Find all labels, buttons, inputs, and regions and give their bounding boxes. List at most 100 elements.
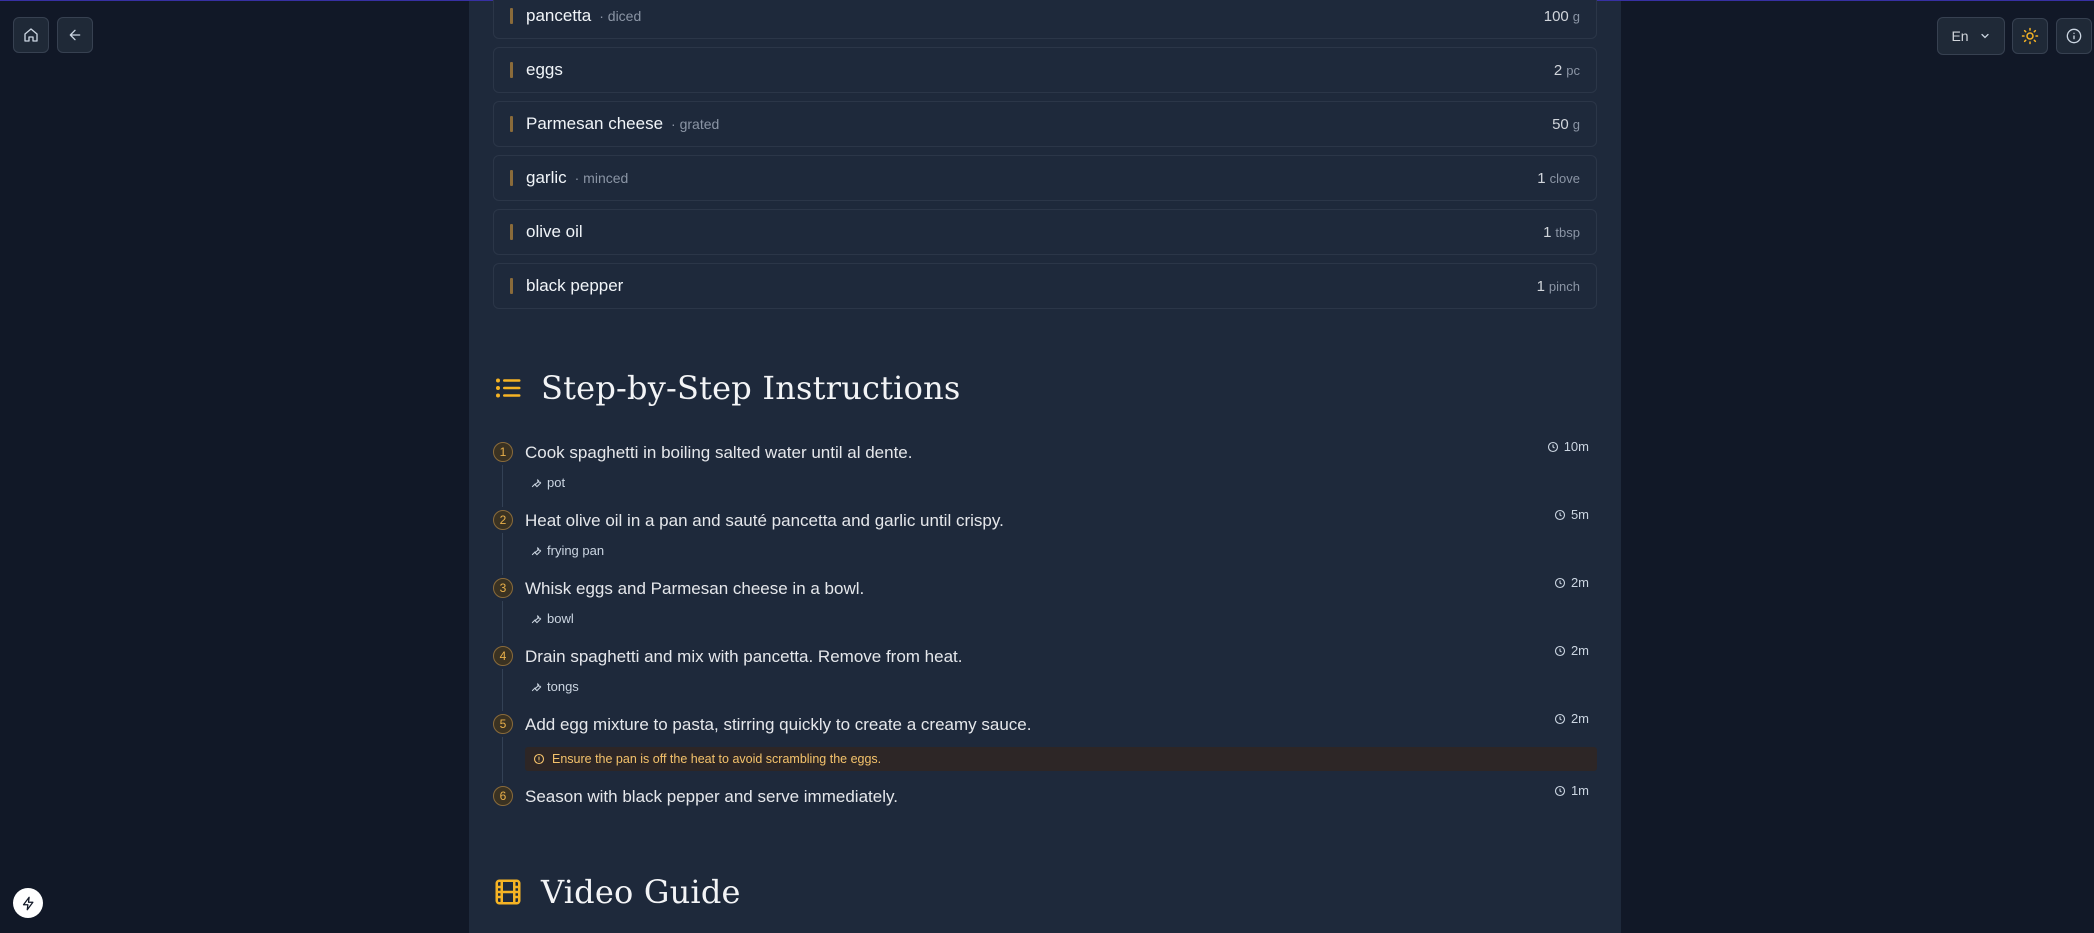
step-number: 6 xyxy=(493,786,513,806)
list-icon xyxy=(496,378,521,398)
step-item: 1 Cook spaghetti in boiling salted water… xyxy=(493,435,1597,507)
tool-name: bowl xyxy=(547,610,574,626)
step-warning: Ensure the pan is off the heat to avoid … xyxy=(525,747,1597,771)
ingredient-row: olive oil 1 tbsp xyxy=(493,209,1597,255)
ingredient-amount: 2 xyxy=(1553,61,1563,79)
clock-icon xyxy=(1554,577,1565,588)
ingredient-name: black pepper xyxy=(526,276,624,295)
ingredient-quantity: 50 g xyxy=(1552,116,1580,133)
step-item: 2 Heat olive oil in a pan and sauté panc… xyxy=(493,503,1597,575)
wrench-icon xyxy=(531,682,542,691)
step-number: 5 xyxy=(493,714,513,734)
instructions-header: Step-by-Step Instructions xyxy=(493,369,961,407)
ingredient-name: eggs xyxy=(526,60,563,79)
tool-name: tongs xyxy=(547,678,579,694)
sun-icon xyxy=(2021,27,2039,45)
language-select[interactable]: En xyxy=(1937,17,2005,55)
step-time: 2m xyxy=(1554,643,1589,658)
video-header: Video Guide xyxy=(493,873,741,911)
step-list: 1 Cook spaghetti in boiling salted water… xyxy=(493,435,1597,825)
step-number: 3 xyxy=(493,578,513,598)
step-number: 2 xyxy=(493,510,513,530)
step-time: 5m xyxy=(1554,507,1589,522)
home-button[interactable] xyxy=(13,17,49,53)
step-tool: pot xyxy=(525,471,1597,493)
step-connector xyxy=(502,533,503,575)
ingredient-quantity: 1 clove xyxy=(1537,170,1580,187)
ingredient-amount: 1 xyxy=(1543,223,1552,241)
ingredient-marker xyxy=(510,62,513,78)
step-text: Season with black pepper and serve immed… xyxy=(525,787,898,806)
ingredient-quantity: 2 pc xyxy=(1554,62,1580,79)
warning-text: Ensure the pan is off the heat to avoid … xyxy=(552,752,882,766)
step-tool: frying pan xyxy=(525,539,1597,561)
ingredient-row: pancetta · diced 100 g xyxy=(493,0,1597,39)
ingredient-amount: 1 xyxy=(1536,277,1545,295)
ingredient-unit: g xyxy=(1572,8,1580,24)
step-text: Cook spaghetti in boiling salted water u… xyxy=(525,443,913,462)
step-item: 3 Whisk eggs and Parmesan cheese in a bo… xyxy=(493,571,1597,643)
step-duration: 5m xyxy=(1570,507,1589,522)
step-connector xyxy=(502,669,503,711)
arrow-left-icon xyxy=(69,29,81,41)
clock-icon xyxy=(1554,713,1565,724)
step-text: Drain spaghetti and mix with pancetta. R… xyxy=(525,647,963,666)
wrench-icon xyxy=(531,614,542,623)
ingredient-amount: 50 xyxy=(1552,115,1569,133)
ingredient-marker xyxy=(510,8,513,24)
step-duration: 1m xyxy=(1570,783,1589,798)
info-icon xyxy=(2066,28,2082,44)
step-time: 2m xyxy=(1554,575,1589,590)
ingredient-marker xyxy=(510,116,513,132)
clock-icon xyxy=(1554,645,1565,656)
ingredient-name: pancetta xyxy=(526,6,592,25)
tool-name: frying pan xyxy=(547,542,605,558)
film-icon xyxy=(495,879,521,905)
clock-icon xyxy=(1547,441,1558,452)
ingredient-note: · grated xyxy=(671,116,720,132)
ingredient-quantity: 1 pinch xyxy=(1537,278,1580,295)
theme-toggle-button[interactable] xyxy=(2012,18,2048,54)
step-connector xyxy=(502,737,503,783)
step-tool: bowl xyxy=(525,607,1597,629)
ingredient-note: · minced xyxy=(574,170,629,186)
alert-circle-icon xyxy=(533,753,545,765)
step-text: Whisk eggs and Parmesan cheese in a bowl… xyxy=(525,579,865,598)
ingredient-row: Parmesan cheese · grated 50 g xyxy=(493,101,1597,147)
step-time: 2m xyxy=(1554,711,1589,726)
ingredient-unit: pinch xyxy=(1548,278,1580,294)
tool-name: pot xyxy=(547,474,566,490)
step-item: 4 Drain spaghetti and mix with pancetta.… xyxy=(493,639,1597,711)
step-time: 1m xyxy=(1554,783,1589,798)
clock-icon xyxy=(1554,785,1565,796)
quick-action-button[interactable] xyxy=(13,888,43,918)
ingredient-name: garlic xyxy=(526,168,567,187)
ingredient-amount: 1 xyxy=(1537,169,1546,187)
step-duration: 2m xyxy=(1570,711,1589,726)
ingredient-marker xyxy=(510,170,513,186)
step-item: 5 Add egg mixture to pasta, stirring qui… xyxy=(493,707,1597,783)
wrench-icon xyxy=(531,478,542,487)
step-time: 10m xyxy=(1547,439,1589,454)
chevron-down-icon xyxy=(1980,33,1989,39)
ingredient-unit: g xyxy=(1572,116,1580,132)
ingredient-note: · diced xyxy=(599,8,642,24)
bolt-icon xyxy=(22,896,33,910)
wrench-icon xyxy=(531,546,542,555)
back-button[interactable] xyxy=(57,17,93,53)
ingredient-name: Parmesan cheese xyxy=(526,114,664,133)
ingredient-unit: tbsp xyxy=(1555,224,1580,240)
ingredient-amount: 100 xyxy=(1543,7,1569,25)
recipe-content: pancetta · diced 100 g eggs 2 pc Parmesan … xyxy=(469,0,1621,933)
section-title: Video Guide xyxy=(541,873,741,911)
ingredient-list: pancetta · diced 100 g eggs 2 pc Parmesan … xyxy=(493,0,1597,317)
ingredient-marker xyxy=(510,224,513,240)
ingredient-row: eggs 2 pc xyxy=(493,47,1597,93)
step-duration: 10m xyxy=(1563,439,1589,454)
step-number: 1 xyxy=(493,442,513,462)
ingredient-name: olive oil xyxy=(526,222,583,241)
step-connector xyxy=(502,601,503,643)
clock-icon xyxy=(1554,509,1565,520)
info-button[interactable] xyxy=(2056,18,2092,54)
step-duration: 2m xyxy=(1570,643,1589,658)
